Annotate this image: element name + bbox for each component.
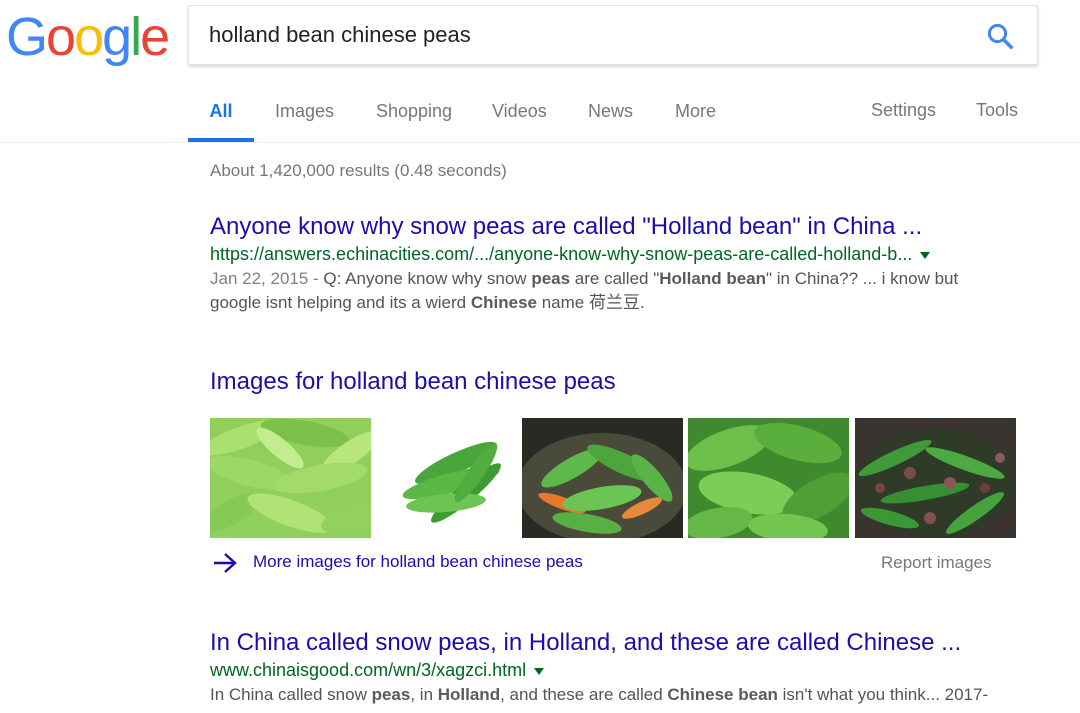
result-title-2[interactable]: In China called snow peas, in Holland, a… [210,629,961,657]
search-input[interactable] [209,6,969,64]
result-url-text: www.chinaisgood.com/wn/3/xagzci.html [210,660,527,680]
snippet-text: name 荷兰豆. [536,293,645,312]
tab-shopping[interactable]: Shopping [376,90,452,142]
snippet-text: isn't what you think... 2017- [777,685,989,704]
snippet-bold: Holland bean [659,269,766,288]
tab-news[interactable]: News [588,90,633,142]
result-snippet-2: In China called snow peas, in Holland, a… [210,683,1000,707]
image-thumbnail[interactable] [522,418,683,538]
tab-more[interactable]: More [675,90,716,142]
dropdown-caret-icon[interactable] [534,667,545,675]
arrow-right-icon [214,553,237,573]
result-snippet-1: Jan 22, 2015 - Q: Anyone know why snow p… [210,267,1000,315]
result-title-1[interactable]: Anyone know why snow peas are called "Ho… [210,213,922,241]
more-images-label: More images for holland bean chinese pea… [253,552,583,571]
image-thumbnail[interactable] [688,418,849,538]
image-thumbnail[interactable] [210,418,371,538]
snippet-bold: peas [371,685,411,704]
tab-videos[interactable]: Videos [492,90,547,142]
image-thumbnail[interactable] [376,418,537,538]
logo-letter: o [46,7,76,67]
logo-letter: o [74,7,104,67]
snippet-text: are called " [570,269,660,288]
snippet-text: , and these are called [500,685,668,704]
tab-images[interactable]: Images [275,90,334,142]
result-date: Jan 22, 2015 - [210,269,324,288]
snippet-bold: peas [531,269,571,288]
result-url-2[interactable]: www.chinaisgood.com/wn/3/xagzci.html [210,660,545,681]
snippet-bold: Chinese [470,293,537,312]
header: Google All Images Shopping Videos News M… [0,0,1080,143]
snippet-text: , in [410,685,438,704]
search-icon[interactable] [985,21,1015,51]
dropdown-caret-icon[interactable] [920,251,931,259]
result-stats: About 1,420,000 results (0.48 seconds) [210,161,507,180]
image-thumbnail[interactable] [855,418,1016,538]
result-url-1[interactable]: https://answers.echinacities.com/.../any… [210,244,931,265]
snippet-bold: Holland [437,685,501,704]
google-logo[interactable]: Google [6,6,170,68]
logo-letter: e [140,7,170,67]
snippet-text: In China called snow [210,685,372,704]
result-url-text: https://answers.echinacities.com/.../any… [210,244,913,264]
images-heading[interactable]: Images for holland bean chinese peas [210,368,616,396]
report-images-link[interactable]: Report images [881,553,992,573]
snippet-text: Q: Anyone know why snow [323,269,532,288]
logo-letter: g [102,7,132,67]
logo-letter: l [130,7,142,67]
settings-link[interactable]: Settings [871,100,936,121]
logo-letter: G [6,7,48,67]
tab-all[interactable]: All [188,90,254,142]
search-box [188,5,1038,65]
snippet-bold: Chinese bean [667,685,778,704]
tools-link[interactable]: Tools [976,100,1018,121]
